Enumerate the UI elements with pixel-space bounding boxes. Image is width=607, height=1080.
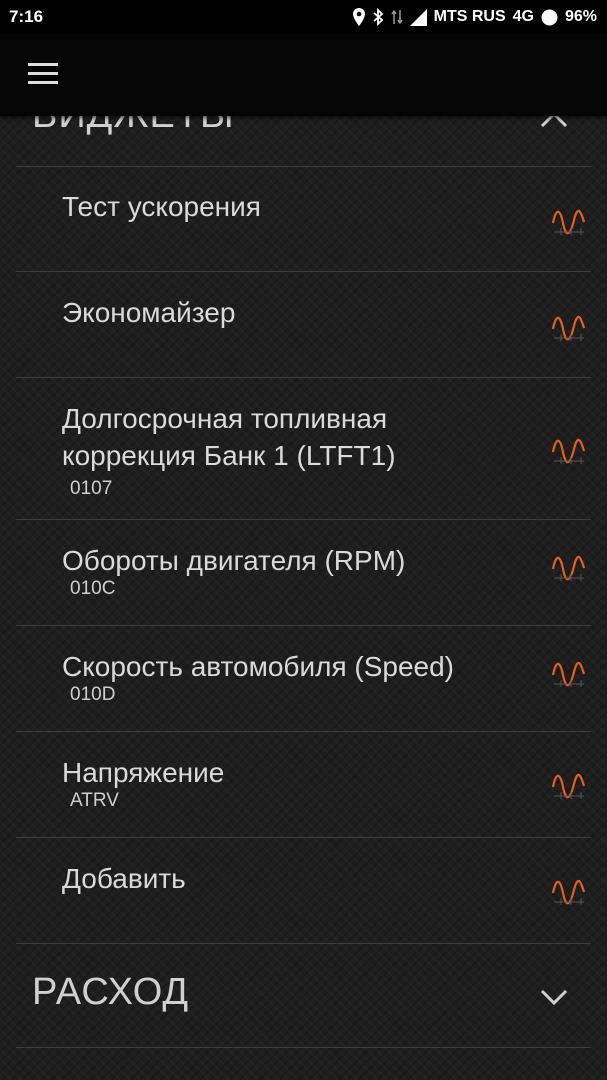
list-item-title: Экономайзер xyxy=(62,297,236,328)
network-type: 4G xyxy=(512,8,534,25)
list-item-title: Добавить xyxy=(62,863,186,894)
widget-list: Тест ускорения Экономайзер Долгосрочная … xyxy=(0,166,607,944)
section-divider xyxy=(16,1047,591,1048)
list-item-speed[interactable]: Скорость автомобиля (Speed) 010D xyxy=(0,626,607,732)
status-indicators: MTS RUS 4G 96% xyxy=(352,8,597,26)
list-item-code: 010C xyxy=(70,578,116,599)
list-item-code: 010D xyxy=(70,684,116,705)
list-item-ltft1[interactable]: Долгосрочная топливная коррекция Банк 1 … xyxy=(0,378,607,520)
bluetooth-icon xyxy=(373,8,383,26)
chart-icon[interactable] xyxy=(551,770,585,800)
consumption-section-title: РАСХОД xyxy=(32,971,190,1013)
chart-icon[interactable] xyxy=(551,206,585,236)
location-icon xyxy=(352,8,365,26)
status-bar: 7:16 MTS RUS 4G 96% xyxy=(0,0,607,34)
list-item-rpm[interactable]: Обороты двигателя (RPM) 010C xyxy=(0,520,607,626)
list-item-title: Обороты двигателя (RPM) xyxy=(62,545,406,576)
signal-icon xyxy=(409,8,427,26)
list-item-code: ATRV xyxy=(70,790,119,811)
data-transfer-icon xyxy=(391,9,403,25)
chart-icon[interactable] xyxy=(551,876,585,906)
battery-icon xyxy=(541,9,558,25)
list-item-title: Тест ускорения xyxy=(62,191,261,222)
list-item-title: Скорость автомобиля (Speed) xyxy=(62,651,454,682)
list-item-code: 0107 xyxy=(70,478,113,499)
list-item-acceleration-test[interactable]: Тест ускорения xyxy=(0,166,607,272)
chevron-down-icon[interactable] xyxy=(539,988,569,1006)
list-item-economizer[interactable]: Экономайзер xyxy=(0,272,607,378)
list-item-add[interactable]: Добавить xyxy=(0,838,607,944)
list-item-voltage[interactable]: Напряжение ATRV xyxy=(0,732,607,838)
list-item-title: Напряжение xyxy=(62,757,225,788)
chart-icon[interactable] xyxy=(551,312,585,342)
hamburger-menu-icon[interactable] xyxy=(28,63,58,85)
status-time: 7:16 xyxy=(9,7,44,26)
chart-icon[interactable] xyxy=(551,435,585,465)
chart-icon[interactable] xyxy=(551,552,585,582)
chart-icon[interactable] xyxy=(551,658,585,688)
carrier-label: MTS RUS xyxy=(433,8,506,25)
item-divider xyxy=(16,943,591,944)
battery-level: 96% xyxy=(564,8,597,25)
list-item-title: Долгосрочная топливная коррекция Банк 1 … xyxy=(62,403,396,471)
app-bar xyxy=(0,34,607,116)
consumption-section-header[interactable]: РАСХОД xyxy=(0,947,607,1047)
